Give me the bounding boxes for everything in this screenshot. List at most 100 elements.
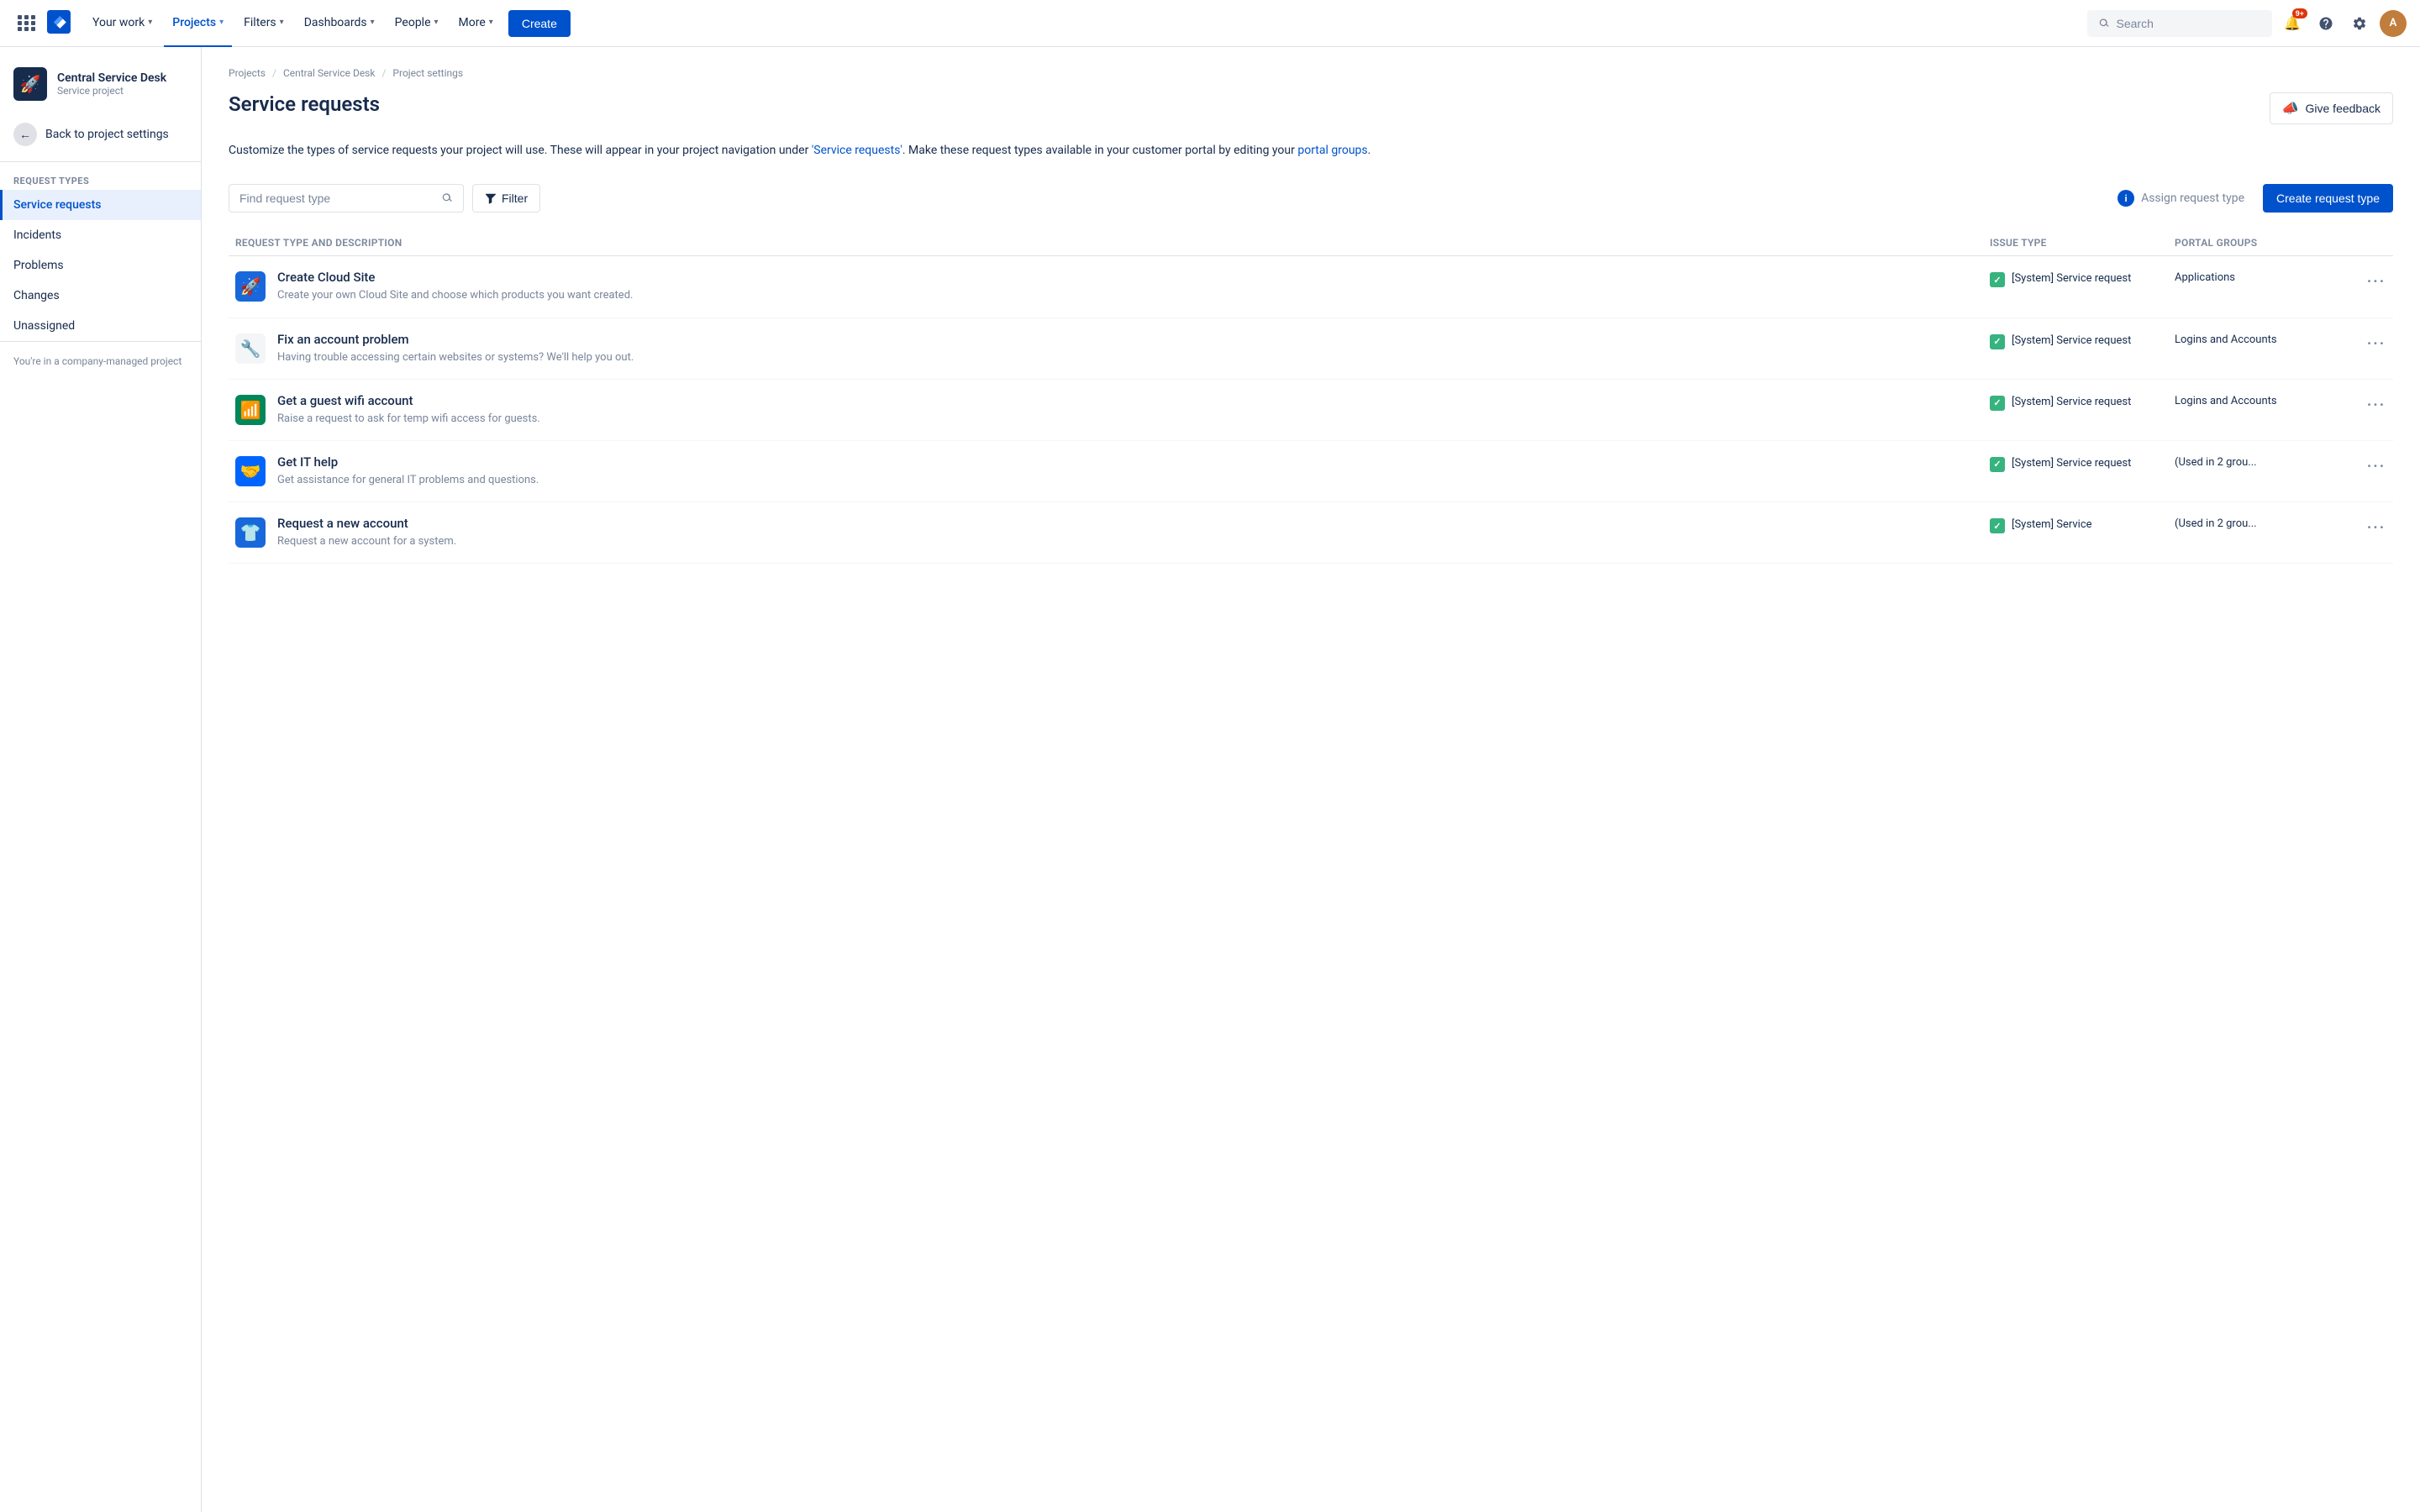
row-title[interactable]: Create Cloud Site bbox=[277, 270, 633, 285]
apps-grid-button[interactable] bbox=[13, 10, 40, 37]
settings-icon bbox=[2352, 16, 2367, 31]
row-description: Request a new account for a system. bbox=[277, 534, 456, 549]
row-main: 👕 Request a new account Request a new ac… bbox=[229, 516, 1990, 549]
sidebar-item-incidents[interactable]: Incidents bbox=[0, 220, 201, 250]
service-requests-link[interactable]: 'Service requests' bbox=[812, 144, 902, 157]
assign-request-type-button[interactable]: i Assign request type bbox=[2107, 183, 2254, 213]
nav-your-work[interactable]: Your work ▾ bbox=[84, 0, 160, 47]
row-title[interactable]: Request a new account bbox=[277, 516, 456, 531]
row-content: Fix an account problem Having trouble ac… bbox=[277, 332, 634, 365]
rocket-icon: 🚀 bbox=[20, 74, 41, 94]
request-types-list: 🚀 Create Cloud Site Create your own Clou… bbox=[229, 256, 2393, 564]
chevron-down-icon: ▾ bbox=[489, 18, 493, 27]
sidebar-project-type: Service project bbox=[57, 85, 166, 97]
find-request-type-input-wrapper[interactable] bbox=[229, 184, 464, 213]
megaphone-icon: 📣 bbox=[2282, 100, 2299, 117]
table-header: Request type and description Issue type … bbox=[229, 230, 2393, 256]
back-arrow-icon: ← bbox=[13, 123, 37, 146]
col-header-portal-groups: Portal groups bbox=[2175, 237, 2360, 249]
search-icon bbox=[2099, 18, 2110, 29]
issue-type-badge: ✓ bbox=[1990, 396, 2005, 411]
row-description: Get assistance for general IT problems a… bbox=[277, 473, 539, 488]
table-row: 🚀 Create Cloud Site Create your own Clou… bbox=[229, 256, 2393, 318]
breadcrumb-projects[interactable]: Projects bbox=[229, 67, 266, 79]
filter-icon bbox=[485, 192, 497, 204]
sidebar-item-label: Changes bbox=[13, 289, 60, 302]
sidebar-project-info: Central Service Desk Service project bbox=[57, 71, 166, 97]
back-label: Back to project settings bbox=[45, 128, 169, 141]
col-header-description: Request type and description bbox=[229, 237, 1990, 249]
sidebar-project-header: 🚀 Central Service Desk Service project bbox=[0, 60, 201, 114]
apps-grid-icon bbox=[18, 15, 36, 31]
sidebar-item-label: Incidents bbox=[13, 228, 61, 242]
nav-dashboards[interactable]: Dashboards ▾ bbox=[296, 0, 383, 47]
row-more-button[interactable]: ··· bbox=[2360, 454, 2393, 475]
row-icon: 👕 bbox=[235, 517, 266, 548]
breadcrumb-central-service-desk[interactable]: Central Service Desk bbox=[283, 67, 376, 79]
give-feedback-button[interactable]: 📣 Give feedback bbox=[2270, 92, 2393, 124]
nav-filters[interactable]: Filters ▾ bbox=[235, 0, 292, 47]
sidebar-bottom-text: You're in a company-managed project bbox=[0, 341, 201, 381]
nav-people[interactable]: People ▾ bbox=[387, 0, 447, 47]
sidebar-item-problems[interactable]: Problems bbox=[0, 250, 201, 281]
give-feedback-label: Give feedback bbox=[2306, 102, 2381, 115]
main-content: Projects / Central Service Desk / Projec… bbox=[202, 47, 2420, 1512]
project-icon: 🚀 bbox=[13, 67, 47, 101]
col-header-issue-type: Issue type bbox=[1990, 237, 2175, 249]
row-more-button[interactable]: ··· bbox=[2360, 516, 2393, 537]
issue-type-cell: ✓ [System] Service request bbox=[1990, 393, 2175, 411]
table-row: 👕 Request a new account Request a new ac… bbox=[229, 502, 2393, 564]
help-button[interactable] bbox=[2312, 10, 2339, 37]
portal-groups-link[interactable]: portal groups bbox=[1297, 144, 1367, 157]
avatar[interactable]: A bbox=[2380, 10, 2407, 37]
issue-type-cell: ✓ [System] Service request bbox=[1990, 454, 2175, 472]
breadcrumb-project-settings: Project settings bbox=[392, 67, 463, 79]
find-request-type-input[interactable] bbox=[239, 192, 435, 205]
portal-groups-cell: Applications bbox=[2175, 270, 2360, 284]
chevron-down-icon: ▾ bbox=[219, 18, 224, 27]
row-main: 🚀 Create Cloud Site Create your own Clou… bbox=[229, 270, 1990, 303]
row-content: Get IT help Get assistance for general I… bbox=[277, 454, 539, 488]
topnav-right: 🔔 9+ A bbox=[2087, 10, 2407, 37]
sidebar-item-label: Unassigned bbox=[13, 319, 75, 333]
issue-type-badge: ✓ bbox=[1990, 457, 2005, 472]
sidebar-item-changes[interactable]: Changes bbox=[0, 281, 201, 311]
sidebar-item-label: Problems bbox=[13, 259, 64, 272]
create-request-type-button[interactable]: Create request type bbox=[2263, 184, 2393, 213]
row-title[interactable]: Fix an account problem bbox=[277, 332, 634, 347]
filter-button[interactable]: Filter bbox=[472, 184, 540, 213]
search-input[interactable] bbox=[2117, 17, 2261, 30]
issue-type-cell: ✓ [System] Service request bbox=[1990, 332, 2175, 349]
sidebar: 🚀 Central Service Desk Service project ←… bbox=[0, 47, 202, 1512]
settings-button[interactable] bbox=[2346, 10, 2373, 37]
back-to-project-settings[interactable]: ← Back to project settings bbox=[0, 114, 201, 155]
create-button[interactable]: Create bbox=[508, 10, 571, 37]
chevron-down-icon: ▾ bbox=[280, 18, 284, 27]
portal-groups-cell: Logins and Accounts bbox=[2175, 332, 2360, 346]
nav-more[interactable]: More ▾ bbox=[450, 0, 502, 47]
row-description: Raise a request to ask for temp wifi acc… bbox=[277, 412, 540, 427]
row-more-button[interactable]: ··· bbox=[2360, 270, 2393, 291]
page-description: Customize the types of service requests … bbox=[229, 141, 2393, 160]
assign-type-label: Assign request type bbox=[2141, 192, 2244, 205]
row-title[interactable]: Get a guest wifi account bbox=[277, 393, 540, 408]
row-more-button[interactable]: ··· bbox=[2360, 332, 2393, 353]
jira-logo[interactable] bbox=[47, 10, 71, 37]
issue-type-text: [System] Service request bbox=[2012, 395, 2131, 410]
sidebar-item-unassigned[interactable]: Unassigned bbox=[0, 311, 201, 341]
row-more-button[interactable]: ··· bbox=[2360, 393, 2393, 414]
issue-type-badge: ✓ bbox=[1990, 334, 2005, 349]
sidebar-item-service-requests[interactable]: Service requests bbox=[0, 190, 201, 220]
issue-type-text: [System] Service bbox=[2012, 517, 2092, 533]
issue-type-text: [System] Service request bbox=[2012, 333, 2131, 349]
sidebar-item-label: Service requests bbox=[13, 198, 101, 212]
row-description: Create your own Cloud Site and choose wh… bbox=[277, 288, 633, 303]
notifications-button[interactable]: 🔔 9+ bbox=[2279, 10, 2306, 37]
help-icon bbox=[2318, 16, 2333, 31]
row-icon: 🔧 bbox=[235, 333, 266, 364]
row-title[interactable]: Get IT help bbox=[277, 454, 539, 470]
nav-projects[interactable]: Projects ▾ bbox=[164, 0, 232, 47]
search-box[interactable] bbox=[2087, 10, 2272, 37]
chevron-down-icon: ▾ bbox=[434, 18, 439, 27]
row-content: Request a new account Request a new acco… bbox=[277, 516, 456, 549]
